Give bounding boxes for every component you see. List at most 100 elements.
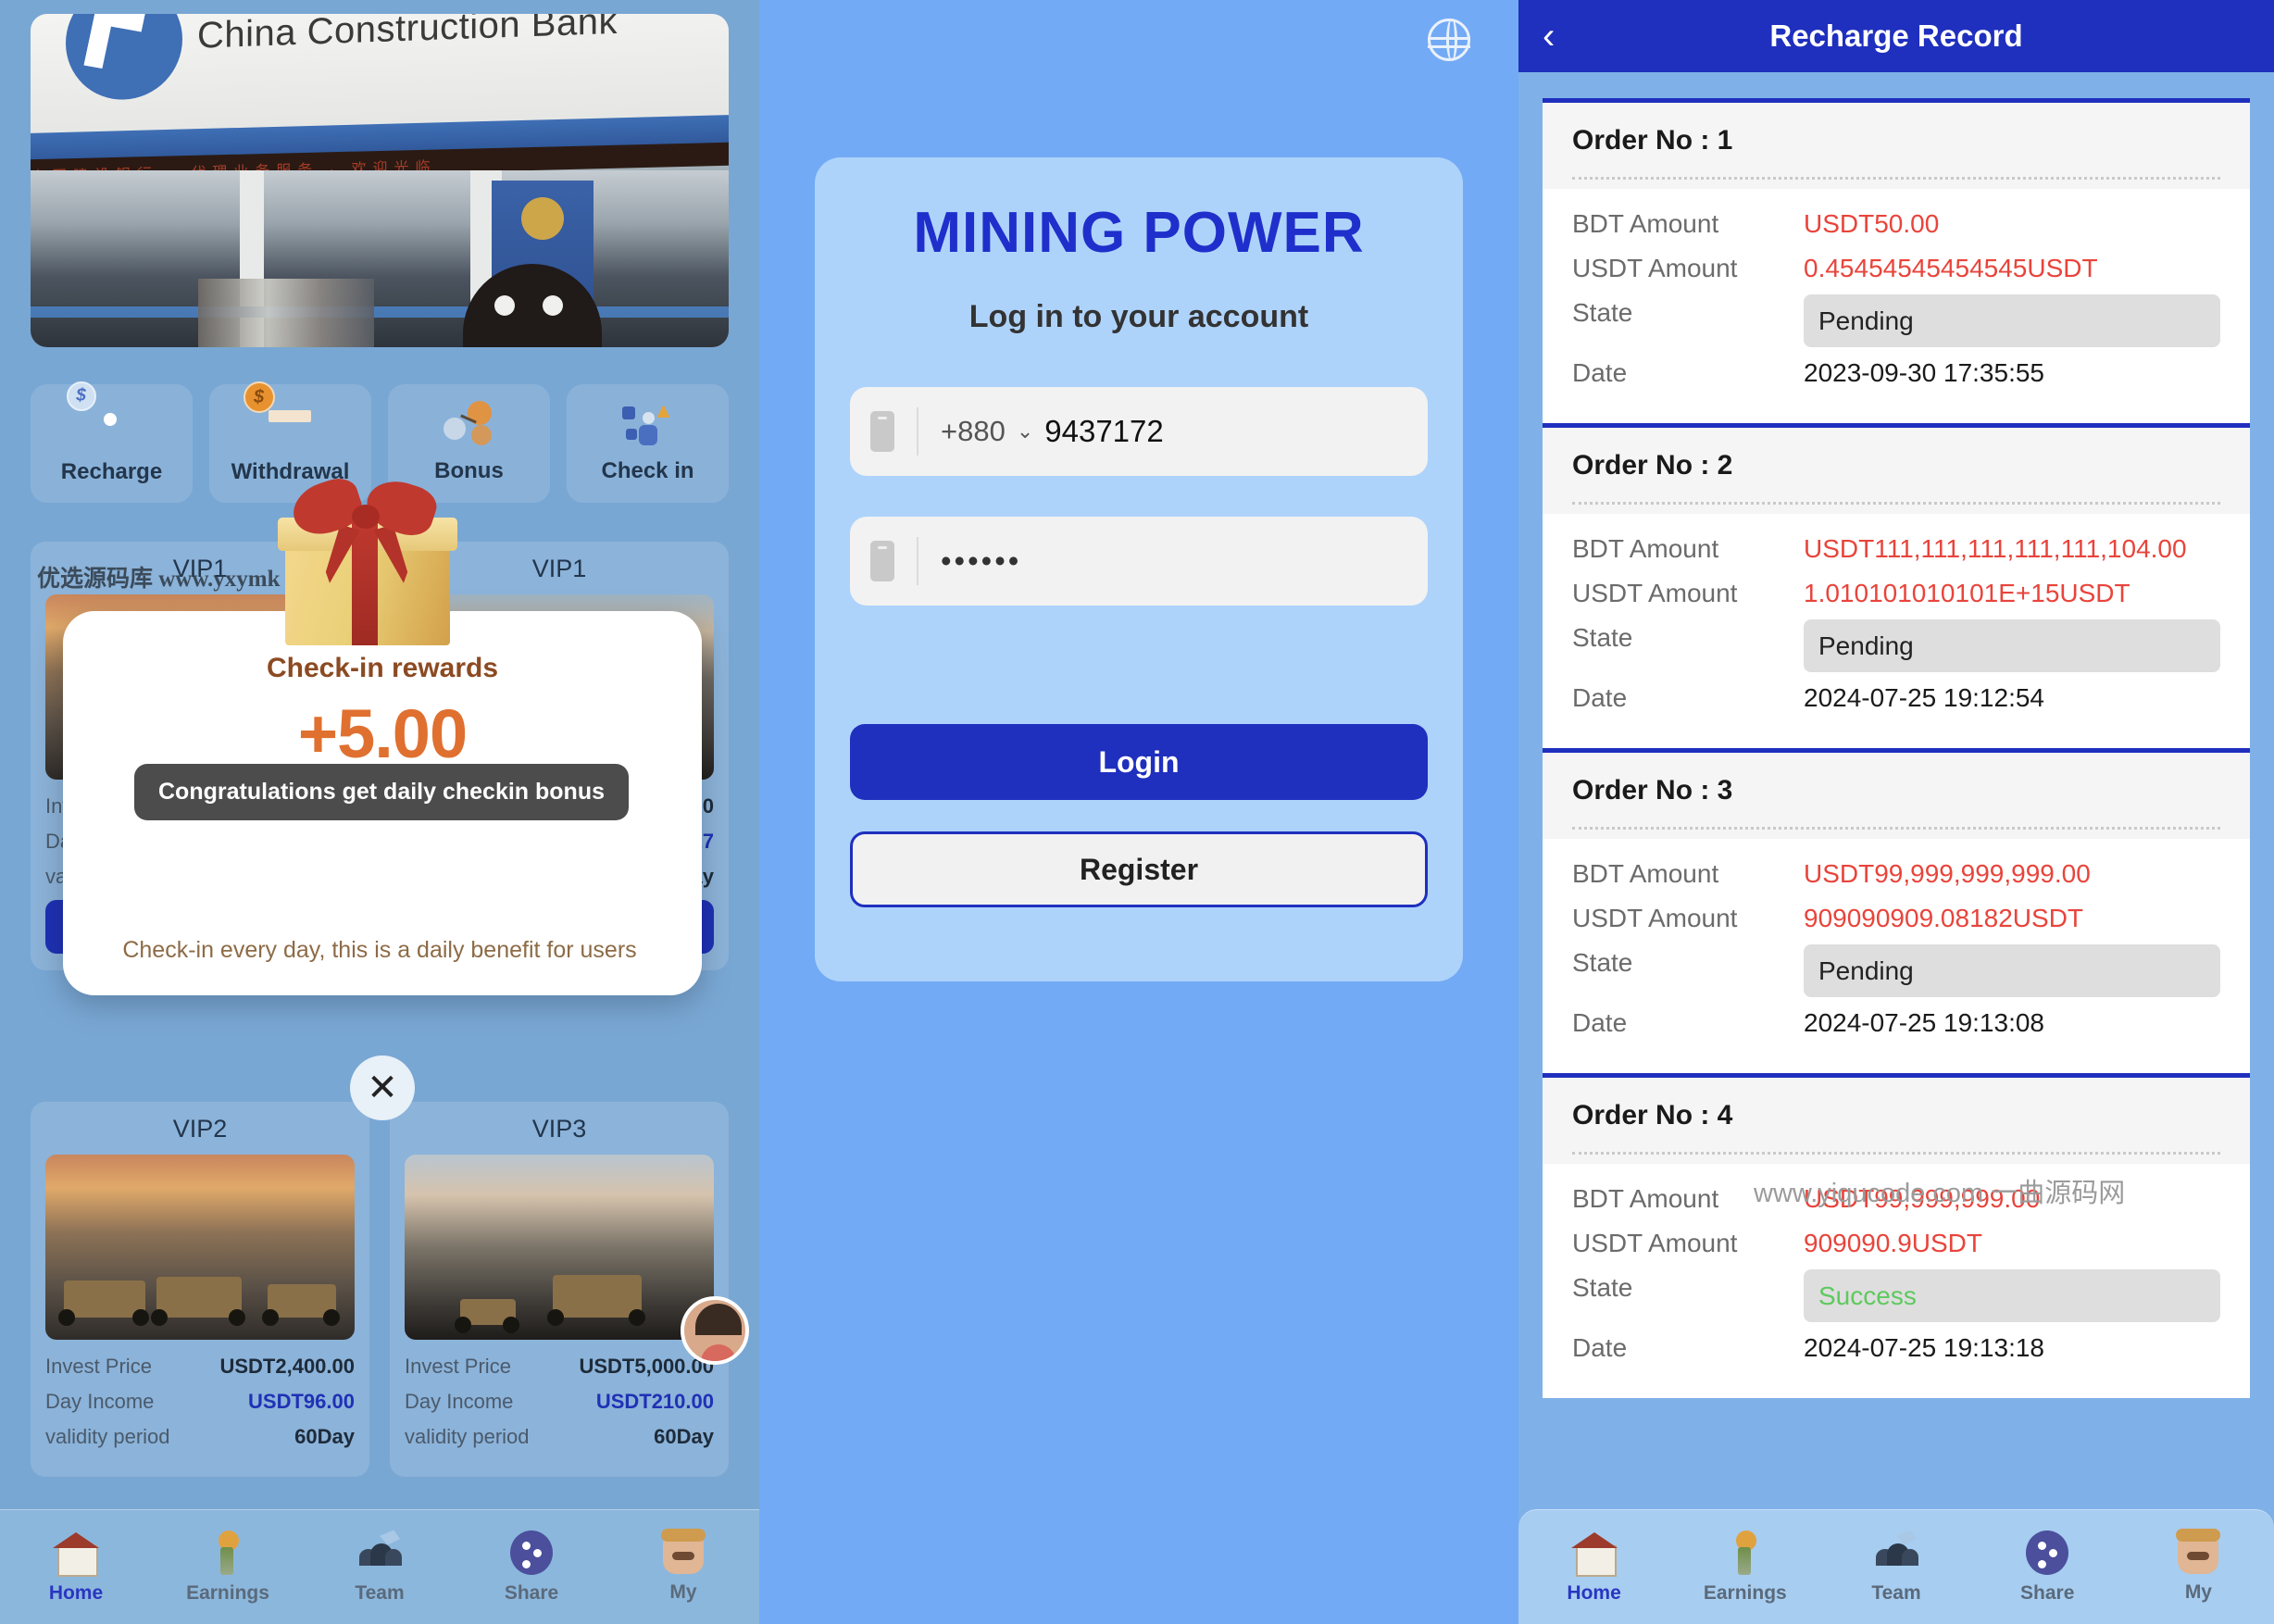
usdt-amount-label: USDT Amount xyxy=(1572,1228,1738,1257)
divider xyxy=(917,407,918,456)
team-icon xyxy=(1872,1530,1920,1575)
tab-earnings[interactable]: Earnings xyxy=(1669,1530,1820,1605)
country-code[interactable]: +880 xyxy=(941,415,1006,448)
bdt-amount-value: USDT99,999,999,999.00 xyxy=(1804,859,2091,888)
table-row: USDT Amount 0.45454545454545USDT xyxy=(1572,250,2220,287)
brand-title: MINING POWER xyxy=(913,201,1365,265)
tab-home[interactable]: Home xyxy=(1518,1530,1669,1605)
usdt-amount-value: 0.45454545454545USDT xyxy=(1804,253,2098,282)
bdt-amount-value: USDT99,999,999.00 xyxy=(1804,1184,2041,1213)
table-row: State Pending xyxy=(1572,618,2220,673)
divider xyxy=(1572,502,2220,505)
order-card[interactable]: Order No : 4 BDT Amount USDT99,999,999.00… xyxy=(1543,1073,2250,1398)
order-header: Order No : 1 xyxy=(1543,103,2250,189)
close-icon[interactable]: ✕ xyxy=(350,1056,415,1120)
table-row: USDT Amount 909090.9USDT xyxy=(1572,1225,2220,1262)
register-button[interactable]: Register xyxy=(850,831,1428,907)
house-icon xyxy=(52,1530,100,1577)
divider xyxy=(1572,1152,2220,1155)
phone-input[interactable]: 9437172 xyxy=(1044,414,1163,449)
order-header: Order No : 2 xyxy=(1543,428,2250,514)
tab-label: Share xyxy=(504,1581,559,1604)
table-row: USDT Amount 1.010101010101E+15USDT xyxy=(1572,575,2220,612)
date-value: 2024-07-25 19:13:18 xyxy=(1804,1333,2044,1363)
order-card[interactable]: Order No : 1 BDT Amount USDT50.00 USDT Am… xyxy=(1543,98,2250,423)
table-row: Date 2024-07-25 19:13:18 xyxy=(1572,1330,2220,1367)
usdt-amount-value: 1.010101010101E+15USDT xyxy=(1804,578,2130,607)
phone-field[interactable]: +880 ⌄ 9437172 xyxy=(850,387,1428,476)
bdt-amount-label: BDT Amount xyxy=(1572,859,1719,888)
date-label: Date xyxy=(1572,1333,1628,1363)
order-card[interactable]: Order No : 3 BDT Amount USDT99,999,999,99… xyxy=(1543,748,2250,1073)
person-icon xyxy=(2176,1528,2221,1574)
tab-my[interactable]: My xyxy=(607,1528,759,1604)
usdt-amount-value: 909090.9USDT xyxy=(1804,1228,1983,1257)
money-plant-icon xyxy=(204,1530,252,1575)
table-row: BDT Amount USDT111,111,111,111,111,104.00 xyxy=(1572,531,2220,568)
recharge-record-screen: ‹ Recharge Record Order No : 1 BDT Amoun… xyxy=(1518,0,2274,1624)
tab-team[interactable]: Team xyxy=(1820,1530,1971,1605)
order-list[interactable]: Order No : 1 BDT Amount USDT50.00 USDT Am… xyxy=(1518,72,2274,1398)
table-row: State Success xyxy=(1572,1268,2220,1323)
person-icon xyxy=(661,1528,706,1574)
order-body: BDT Amount USDT99,999,999.00 USDT Amount 9… xyxy=(1543,1164,2250,1398)
tab-share[interactable]: Share xyxy=(1972,1530,2123,1605)
tab-label: Home xyxy=(48,1581,104,1604)
table-row: BDT Amount USDT99,999,999,999.00 xyxy=(1572,856,2220,893)
share-icon xyxy=(2026,1530,2069,1575)
date-label: Date xyxy=(1572,1008,1628,1038)
usdt-amount-label: USDT Amount xyxy=(1572,253,1738,282)
usdt-amount-value: 909090909.08182USDT xyxy=(1804,903,2084,932)
login-subtitle: Log in to your account xyxy=(968,299,1309,334)
usdt-amount-label: USDT Amount xyxy=(1572,903,1738,932)
checkin-modal: Check-in rewards +5.00 Check-in every da… xyxy=(0,0,759,1624)
table-row: Date 2024-07-25 19:12:54 xyxy=(1572,680,2220,717)
usdt-amount-label: USDT Amount xyxy=(1572,578,1738,607)
table-row: BDT Amount USDT99,999,999.00 xyxy=(1572,1181,2220,1218)
table-row: BDT Amount USDT50.00 xyxy=(1572,206,2220,243)
tab-label: Team xyxy=(1871,1581,1921,1604)
order-title: Order No : 3 xyxy=(1572,775,1733,806)
divider xyxy=(1572,827,2220,830)
order-title: Order No : 1 xyxy=(1572,125,1733,156)
share-icon xyxy=(510,1530,553,1575)
password-input[interactable]: •••••• xyxy=(941,543,1021,579)
order-title: Order No : 4 xyxy=(1572,1100,1733,1131)
tab-home[interactable]: Home xyxy=(0,1530,152,1605)
state-label: State xyxy=(1572,1272,1633,1302)
money-plant-icon xyxy=(1721,1530,1769,1575)
chevron-down-icon[interactable]: ⌄ xyxy=(1017,419,1033,443)
tab-team[interactable]: Team xyxy=(304,1530,456,1605)
login-button[interactable]: Login xyxy=(850,724,1428,800)
record-header: ‹ Recharge Record xyxy=(1518,0,2274,72)
tab-my[interactable]: My xyxy=(2123,1528,2274,1604)
tab-share[interactable]: Share xyxy=(456,1530,607,1605)
order-header: Order No : 3 xyxy=(1543,753,2250,839)
login-screen: MINING POWER Log in to your account +880… xyxy=(759,0,1518,1624)
state-label: State xyxy=(1572,297,1633,327)
tab-label: Earnings xyxy=(1703,1581,1787,1604)
checkin-note: Check-in every day, this is a daily bene… xyxy=(122,937,637,963)
divider xyxy=(917,537,918,585)
tab-earnings[interactable]: Earnings xyxy=(152,1530,304,1605)
password-field[interactable]: •••••• xyxy=(850,517,1428,606)
bdt-amount-value: USDT111,111,111,111,111,104.00 xyxy=(1804,534,2187,563)
bdt-amount-value: USDT50.00 xyxy=(1804,209,1940,238)
order-body: BDT Amount USDT99,999,999,999.00 USDT Amo… xyxy=(1543,839,2250,1073)
toast-message: Congratulations get daily checkin bonus xyxy=(134,764,630,820)
tab-label: Share xyxy=(2020,1581,2075,1604)
order-body: BDT Amount USDT50.00 USDT Amount 0.4545454… xyxy=(1543,189,2250,423)
table-row: Date 2023-09-30 17:35:55 xyxy=(1572,355,2220,392)
status-badge: Pending xyxy=(1804,618,2220,673)
table-row: USDT Amount 909090909.08182USDT xyxy=(1572,900,2220,937)
globe-icon[interactable] xyxy=(1428,19,1470,61)
table-row: State Pending xyxy=(1572,943,2220,998)
date-value: 2024-07-25 19:13:08 xyxy=(1804,1008,2044,1038)
checkin-amount: +5.00 xyxy=(297,695,468,772)
state-label: State xyxy=(1572,622,1633,652)
order-card[interactable]: Order No : 2 BDT Amount USDT111,111,111,1… xyxy=(1543,423,2250,748)
house-icon xyxy=(1570,1530,1618,1577)
divider xyxy=(1572,177,2220,180)
date-value: 2024-07-25 19:12:54 xyxy=(1804,683,2044,713)
bdt-amount-label: BDT Amount xyxy=(1572,209,1719,238)
